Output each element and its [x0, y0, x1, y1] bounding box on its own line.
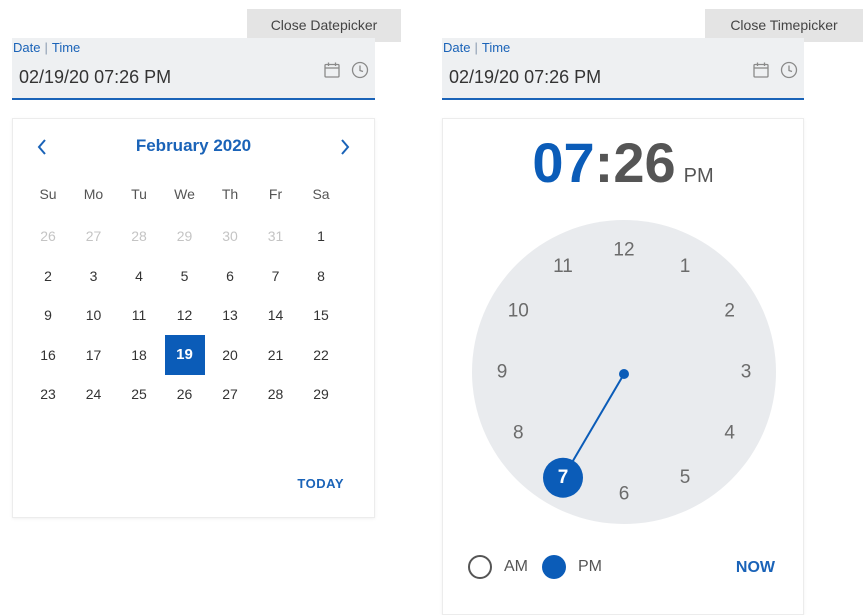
calendar-day[interactable]: 31	[259, 219, 293, 253]
calendar-day[interactable]: 8	[304, 259, 338, 293]
calendar-day[interactable]: 16	[31, 338, 65, 372]
now-button[interactable]: NOW	[736, 559, 775, 577]
label-date: Date	[443, 40, 471, 55]
calendar-day[interactable]: 20	[213, 338, 247, 372]
calendar-day[interactable]: 23	[31, 377, 65, 411]
clock-hour-number[interactable]: 10	[508, 301, 529, 322]
weekday-label: Mo	[83, 186, 104, 202]
selected-hour-label[interactable]: 7	[558, 467, 569, 488]
weekday-label: Su	[39, 186, 57, 202]
calendar-day[interactable]: 2	[31, 259, 65, 293]
minutes-display[interactable]: 26	[613, 131, 675, 194]
calendar-day[interactable]: 11	[122, 298, 156, 332]
label-separator: |	[44, 40, 48, 55]
calendar-day-selected[interactable]: 19	[164, 334, 205, 375]
calendar-day[interactable]: 26	[31, 219, 65, 253]
calendar-day[interactable]: 21	[259, 338, 293, 372]
datetime-field[interactable]: Date | Time 02/19/20 07:26 PM	[442, 38, 804, 100]
datetime-value[interactable]: 02/19/20 07:26 PM	[19, 67, 171, 88]
weekday-label: We	[174, 186, 195, 202]
calendar-day[interactable]: 25	[122, 377, 156, 411]
calendar-day[interactable]: 6	[213, 259, 247, 293]
calendar-day[interactable]: 9	[31, 298, 65, 332]
clock-hour-number[interactable]: 12	[613, 240, 634, 261]
pm-label[interactable]: PM	[578, 558, 602, 576]
weekday-label: Fr	[268, 186, 283, 202]
calendar-day[interactable]: 10	[77, 298, 111, 332]
time-display: 07:26 PM	[443, 127, 803, 199]
calendar-day[interactable]: 17	[77, 338, 111, 372]
label-time: Time	[51, 40, 81, 55]
calendar-day[interactable]: 24	[77, 377, 111, 411]
month-navigation: February 2020	[13, 133, 374, 161]
clock-face[interactable]: 12123456891011 7	[469, 217, 779, 527]
clock-hour-number[interactable]: 9	[497, 362, 508, 383]
calendar-day[interactable]: 15	[304, 298, 338, 332]
calendar-icon[interactable]	[323, 61, 341, 79]
calendar-day[interactable]: 4	[122, 259, 156, 293]
today-button[interactable]: TODAY	[297, 476, 344, 491]
calendar-day[interactable]: 14	[259, 298, 293, 332]
clock-hour-number[interactable]: 2	[724, 301, 735, 322]
pm-radio[interactable]	[542, 555, 566, 579]
calendar-day[interactable]: 27	[77, 219, 111, 253]
calendar-day[interactable]: 28	[122, 219, 156, 253]
weekday-label: Th	[221, 186, 239, 202]
clock-hour-number[interactable]: 11	[553, 256, 573, 277]
datetime-field[interactable]: Date | Time 02/19/20 07:26 PM	[12, 38, 375, 100]
calendar-day[interactable]: 27	[213, 377, 247, 411]
calendar-day[interactable]: 26	[168, 377, 202, 411]
datetime-value[interactable]: 02/19/20 07:26 PM	[449, 67, 601, 88]
clock-hour-number[interactable]: 1	[680, 256, 691, 277]
calendar-day[interactable]: 7	[259, 259, 293, 293]
calendar-day[interactable]: 30	[213, 219, 247, 253]
month-title: February 2020	[135, 136, 252, 155]
clock-icon[interactable]	[780, 61, 798, 79]
weekday-label: Tu	[131, 186, 147, 202]
calendar-day[interactable]: 12	[168, 298, 202, 332]
am-label[interactable]: AM	[504, 558, 528, 576]
calendar-day[interactable]: 22	[304, 338, 338, 372]
calendar-day[interactable]: 29	[304, 377, 338, 411]
clock-hour-number[interactable]: 3	[741, 362, 752, 383]
clock-center-dot	[619, 369, 629, 379]
calendar-day[interactable]: 13	[213, 298, 247, 332]
clock-hour-number[interactable]: 8	[513, 423, 524, 444]
calendar-day[interactable]: 1	[304, 219, 338, 253]
clock-hour-number[interactable]: 5	[680, 467, 691, 488]
calendar-panel: February 2020 Su Mo Tu We Th Fr Sa 26 27 28 29 30 3…	[12, 118, 375, 518]
label-time: Time	[481, 40, 511, 55]
period-display: PM	[683, 165, 714, 187]
field-label: Date | Time	[13, 40, 80, 55]
time-panel: 07:26 PM 12 1 2 3 4 5 6 8 9 10 11 7 AM PM NOW	[442, 118, 804, 615]
chevron-right-icon[interactable]	[330, 133, 358, 161]
calendar-day[interactable]: 29	[168, 219, 202, 253]
field-label: Date | Time	[443, 40, 510, 55]
label-separator: |	[474, 40, 478, 55]
clock-hour-number[interactable]: 4	[724, 423, 735, 444]
am-radio[interactable]	[468, 555, 492, 579]
hours-display[interactable]: 07	[532, 131, 594, 194]
calendar-day[interactable]: 28	[259, 377, 293, 411]
clock-hour-number[interactable]: 6	[619, 484, 630, 505]
calendar-day[interactable]: 5	[168, 259, 202, 293]
clock-icon[interactable]	[351, 61, 369, 79]
calendar-day[interactable]: 18	[122, 338, 156, 372]
calendar-icon[interactable]	[752, 61, 770, 79]
calendar-day[interactable]: 3	[77, 259, 111, 293]
weekday-label: Sa	[312, 186, 330, 202]
time-colon: :	[594, 131, 614, 194]
label-date: Date	[13, 40, 41, 55]
